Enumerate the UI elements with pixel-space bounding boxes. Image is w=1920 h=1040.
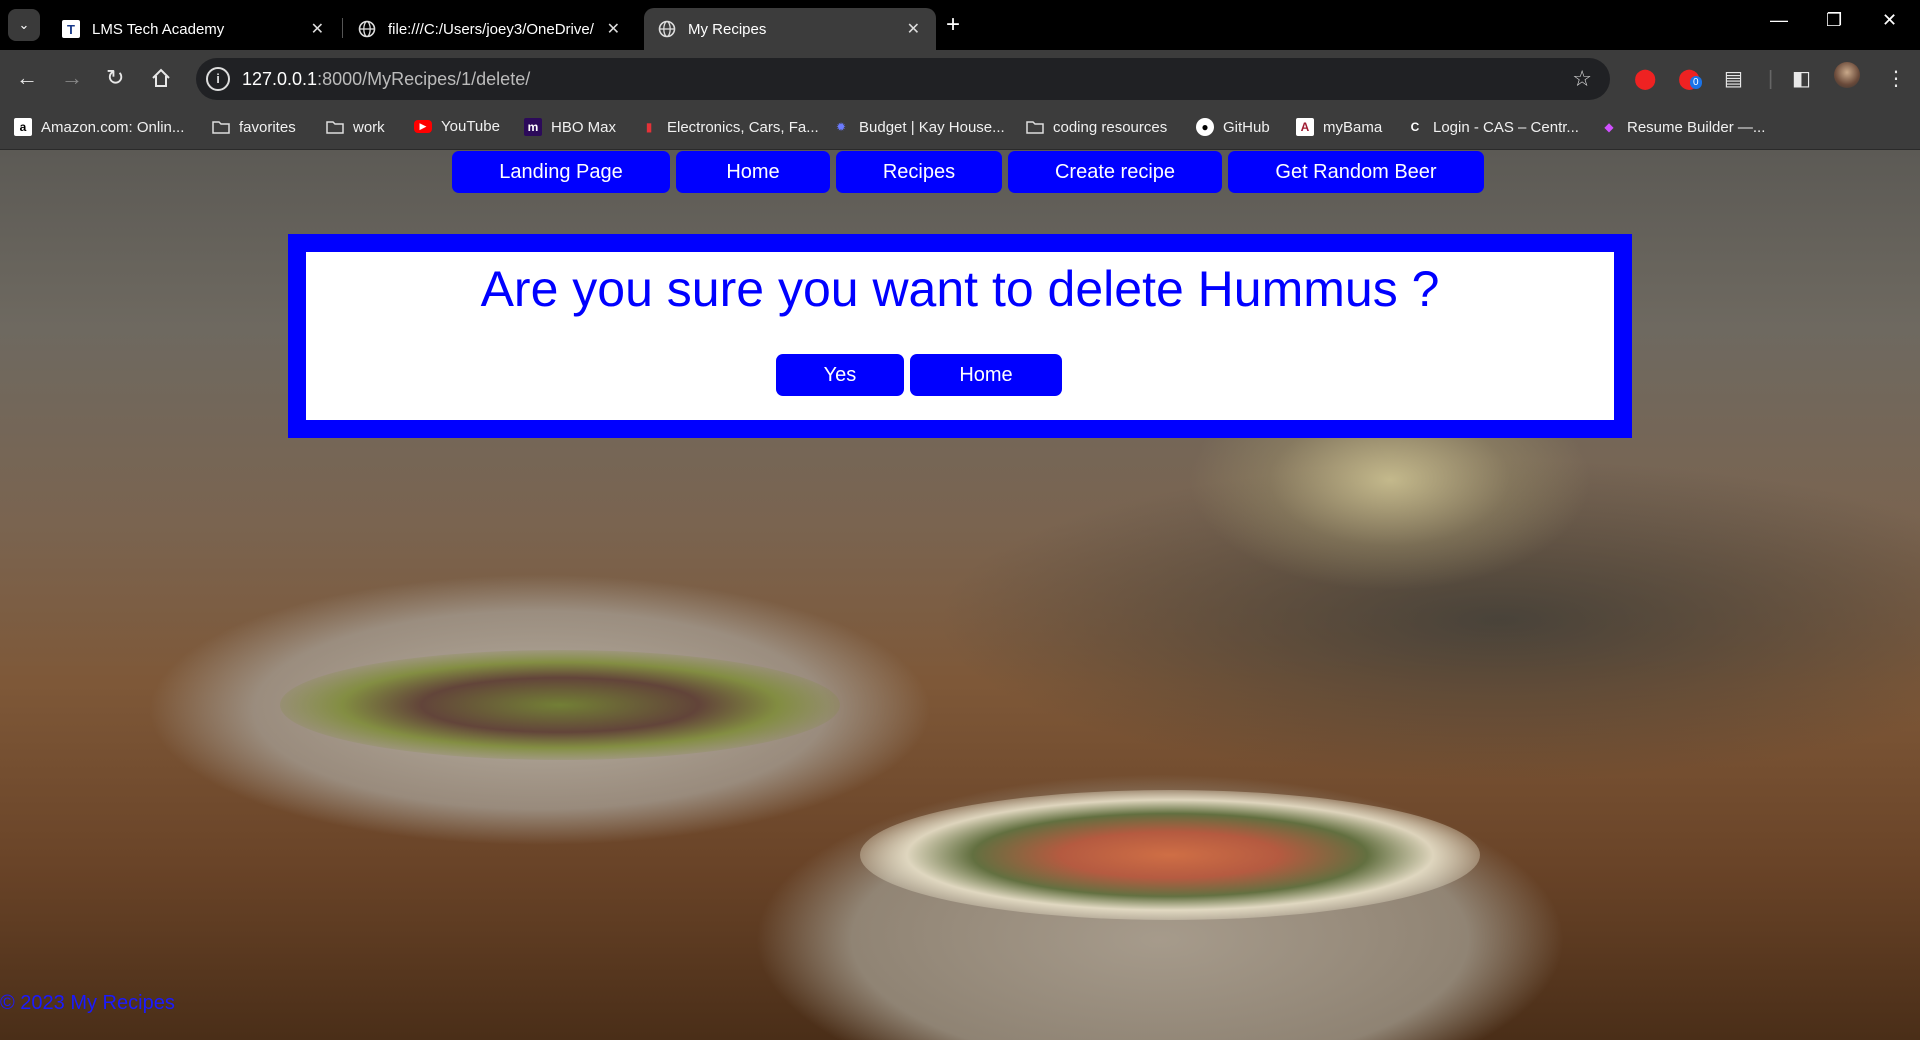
bookmark-label: Electronics, Cars, Fa... [667,118,819,136]
address-bar[interactable]: i 127.0.0.1:8000/MyRecipes/1/delete/ ☆ [196,58,1610,100]
page-viewport: Landing Page Home Recipes Create recipe … [0,150,1920,1040]
background-food-image [860,790,1480,920]
bookmark-label: myBama [1323,118,1383,136]
nav-landing-page[interactable]: Landing Page [452,151,670,193]
bookmark-star-icon[interactable]: ☆ [1572,66,1592,92]
puzzle-extensions-icon[interactable]: ▤ [1724,66,1743,92]
url-host: 127.0.0.1 [242,69,318,89]
tab-title: LMS Tech Academy [92,20,225,38]
bookmark-coding-resources[interactable]: coding resources [1026,118,1167,136]
resume-builder-icon: ◆ [1604,120,1614,134]
new-tab-icon[interactable]: + [946,11,960,39]
bookmark-label: HBO Max [551,118,617,136]
bookmark-mybama[interactable]: A myBama [1296,118,1382,136]
forward-icon[interactable]: → [61,64,83,92]
bookmark-hbo-max[interactable]: m HBO Max [524,118,616,136]
reload-icon[interactable]: ↻ [106,64,124,92]
bookmark-label: coding resources [1053,118,1168,136]
delete-prompt: Are you sure you want to delete Hummus ? [480,261,1440,317]
side-panel-icon[interactable]: ◧ [1792,66,1811,92]
bookmark-label: YouTube [441,118,500,135]
background-food-image [280,650,840,760]
ebay-icon: ▮ [645,120,653,134]
bookmark-amazon[interactable]: a Amazon.com: Onlin... [14,118,184,136]
budget-icon: ✹ [835,120,847,134]
close-window-icon[interactable]: ✕ [1882,10,1897,31]
folder-icon [326,118,344,136]
bookmark-work[interactable]: work [326,118,385,136]
tab-title: file:///C:/Users/joey3/OneDrive/ [388,20,594,38]
yes-button[interactable]: Yes [776,354,904,396]
tab-file[interactable]: file:///C:/Users/joey3/OneDrive/ ✕ [344,8,636,50]
tab-lms-tech-academy[interactable]: T LMS Tech Academy ✕ [48,8,340,50]
toolbar-divider: | [1768,68,1774,90]
globe-icon [358,20,376,38]
url-text[interactable]: 127.0.0.1:8000/MyRecipes/1/delete/ [242,69,530,90]
delete-confirmation-panel: Are you sure you want to delete Hummus ?… [288,234,1632,438]
bookmark-label: Login - CAS – Centr... [1433,118,1579,136]
github-icon: ● [1196,118,1214,136]
tab-my-recipes[interactable]: My Recipes ✕ [644,8,936,50]
url-path: :8000/MyRecipes/1/delete/ [317,69,531,89]
back-icon[interactable]: ← [16,64,38,92]
mybama-icon: A [1296,118,1314,136]
tab-search-button[interactable]: ⌄ [8,9,40,41]
bookmarks-bar: a Amazon.com: Onlin... favorites work ▶ … [0,108,1920,150]
avatar[interactable] [1834,62,1860,88]
bookmark-label: Budget | Kay House... [859,118,1005,136]
tab-separator [342,18,343,38]
bookmark-label: favorites [239,118,296,136]
close-icon[interactable]: ✕ [311,19,324,39]
folder-icon [1026,118,1044,136]
close-icon[interactable]: ✕ [907,19,920,39]
nav-recipes[interactable]: Recipes [836,151,1002,193]
browser-toolbar: ← → ↻ i 127.0.0.1:8000/MyRecipes/1/delet… [0,50,1920,108]
hbo-max-icon: m [524,118,542,136]
minimize-icon[interactable]: — [1770,10,1788,31]
lastpass-extension-icon[interactable]: ⬤ [1634,66,1656,92]
nav-get-random-beer[interactable]: Get Random Beer [1228,151,1484,193]
extension-badge-icon[interactable]: ⬤ 0 [1678,66,1702,92]
nav-create-recipe[interactable]: Create recipe [1008,151,1222,193]
bookmark-label: work [353,118,385,136]
bookmark-label: GitHub [1223,118,1270,136]
tab-title: My Recipes [688,20,767,38]
chevron-down-icon: ⌄ [18,17,30,32]
amazon-icon: a [14,118,32,136]
bookmark-label: Resume Builder —... [1627,118,1766,136]
site-info-icon[interactable]: i [206,67,230,91]
folder-icon [212,118,230,136]
home-icon[interactable] [150,64,172,96]
globe-icon [658,20,676,38]
bookmark-youtube[interactable]: ▶ YouTube [414,118,500,135]
extension-badge-count: 0 [1690,76,1702,89]
footer-copyright: © 2023 My Recipes [0,992,175,1014]
youtube-icon: ▶ [414,120,432,133]
bookmark-label: Amazon.com: Onlin... [41,118,185,136]
bookmark-ebay[interactable]: ▮ Electronics, Cars, Fa... [640,118,819,136]
menu-kebab-icon[interactable]: ⋮ [1886,66,1906,92]
bookmark-budget[interactable]: ✹ Budget | Kay House... [832,118,1005,136]
close-icon[interactable]: ✕ [607,19,620,39]
bookmark-cas-login[interactable]: C Login - CAS – Centr... [1406,118,1579,136]
site-nav: Landing Page Home Recipes Create recipe … [0,150,1920,196]
tab-strip: ⌄ T LMS Tech Academy ✕ file:///C:/Users/… [0,0,1920,50]
restore-icon[interactable]: ❐ [1826,10,1842,31]
cas-icon: C [1410,120,1420,134]
bookmark-resume-builder[interactable]: ◆ Resume Builder —... [1600,118,1765,136]
lms-logo-icon: T [62,20,80,38]
bookmark-github[interactable]: ● GitHub [1196,118,1270,136]
nav-home[interactable]: Home [676,151,830,193]
home-button[interactable]: Home [910,354,1062,396]
bookmark-favorites[interactable]: favorites [212,118,296,136]
